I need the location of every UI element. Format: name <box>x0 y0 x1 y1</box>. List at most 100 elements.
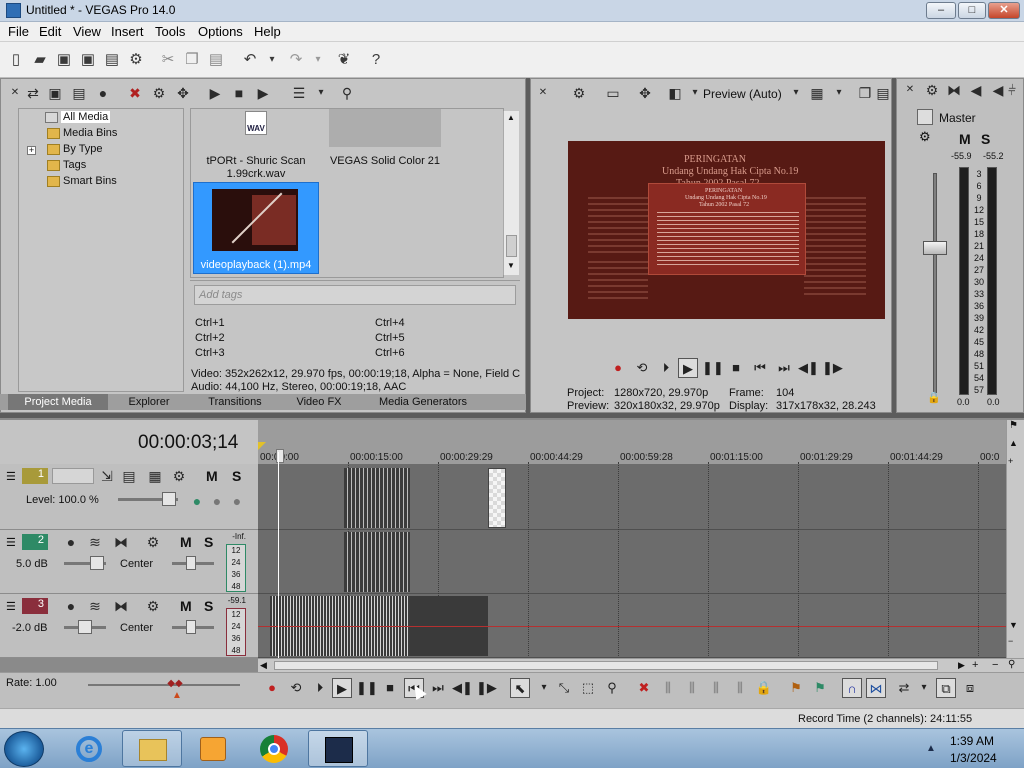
undo-icon[interactable]: ↶ <box>240 50 260 70</box>
lock-envelopes-icon[interactable]: ⧉ <box>936 678 956 698</box>
go-to-end-icon[interactable]: ⏭ <box>428 678 448 698</box>
timeline-vertical-scrollbar[interactable]: ⚑ ▲ + ▼ − <box>1006 420 1024 660</box>
tree-item-all-media[interactable]: All Media <box>45 111 111 123</box>
media-properties-icon[interactable]: ✥ <box>174 84 192 102</box>
zoom-out-time-icon[interactable]: − <box>992 659 998 671</box>
envelope-tool-icon[interactable]: ⤡ <box>554 678 574 698</box>
scroll-right-icon[interactable]: ▶ <box>958 660 965 671</box>
mute-button[interactable]: M <box>180 598 192 614</box>
collapse-track-icon[interactable]: ☰ <box>6 470 16 483</box>
lock-icon[interactable]: 🔒 <box>754 678 774 698</box>
timeline-timecode[interactable]: 00:00:03;14 <box>138 432 238 454</box>
play-icon[interactable]: ▶ <box>678 358 698 378</box>
web-media-icon[interactable]: ● <box>94 84 112 102</box>
save-snapshot-icon[interactable]: ▤ <box>874 84 892 102</box>
delete-icon[interactable]: ✖ <box>634 678 654 698</box>
open-folder-icon[interactable]: ▰ <box>30 50 50 70</box>
cut-icon[interactable]: ✂ <box>158 50 178 70</box>
tag-shortcut[interactable]: Ctrl+4 <box>375 317 405 329</box>
track-number-badge[interactable]: 3 <box>22 598 48 614</box>
undo-dropdown-icon[interactable]: ▾ <box>262 50 282 70</box>
taskbar-chrome-icon[interactable] <box>246 730 306 767</box>
stop-icon[interactable]: ■ <box>726 358 746 378</box>
record-icon[interactable]: ● <box>608 358 628 378</box>
new-project-icon[interactable]: ▯ <box>6 50 26 70</box>
whats-this-help-icon[interactable]: ? <box>366 50 386 70</box>
split-view-icon[interactable]: ◧ <box>666 84 684 102</box>
pan-slider-handle[interactable] <box>186 556 196 570</box>
menu-tools[interactable]: Tools <box>155 24 185 39</box>
tab-project-media[interactable]: Project Media <box>8 394 108 410</box>
track-name-field[interactable] <box>52 468 94 484</box>
next-frame-icon[interactable]: ❚▶ <box>476 678 497 698</box>
paste-icon[interactable]: ▤ <box>206 50 226 70</box>
track-motion-icon[interactable]: ⇲ <box>98 467 116 485</box>
zoom-in-time-icon[interactable]: + <box>972 659 978 671</box>
next-frame-icon[interactable]: ❚▶ <box>822 358 843 378</box>
master-mixer-icon[interactable]: ⫩ <box>1003 81 1021 99</box>
play-icon[interactable]: ▶ <box>332 678 352 698</box>
collapse-track-icon[interactable]: ☰ <box>6 600 16 613</box>
maximize-button[interactable]: □ <box>958 2 986 19</box>
search-icon[interactable]: ⚲ <box>338 84 356 102</box>
redo-dropdown-icon[interactable]: ▾ <box>308 50 328 70</box>
zoom-edit-tool-icon[interactable]: ⚲ <box>602 678 622 698</box>
auto-crossfade-icon[interactable]: ⋈ <box>866 678 886 698</box>
make-compositing-child-icon[interactable]: ● <box>228 492 246 510</box>
taskbar-vegas-icon[interactable] <box>308 730 368 767</box>
tag-shortcut[interactable]: Ctrl+6 <box>375 347 405 359</box>
trim-start-icon[interactable]: ⫼ <box>682 678 702 698</box>
video-event-clip[interactable] <box>344 468 410 528</box>
tree-item-smart-bins[interactable]: Smart Bins <box>47 175 117 187</box>
collapse-track-icon[interactable]: ☰ <box>6 536 16 549</box>
level-slider-handle[interactable] <box>162 492 176 506</box>
trim-icon[interactable]: ⫼ <box>658 678 678 698</box>
preview-quality-select[interactable]: Preview (Auto) <box>703 87 782 101</box>
tab-media-generators[interactable]: Media Generators <box>360 394 486 410</box>
enable-snapping-icon[interactable]: ❦ <box>334 50 354 70</box>
track-number-badge[interactable]: 2 <box>22 534 48 550</box>
overlays-grid-icon[interactable]: ▦ <box>808 84 826 102</box>
clock-date[interactable]: 1/3/2024 <box>950 751 997 765</box>
scroll-thumb[interactable] <box>506 235 517 257</box>
selection-tool-icon[interactable]: ⬚ <box>578 678 598 698</box>
volume-slider-handle[interactable] <box>78 620 92 634</box>
record-icon[interactable]: ● <box>262 678 282 698</box>
lock-icon[interactable]: 🔒 <box>927 391 941 404</box>
scroll-left-icon[interactable]: ◀ <box>260 660 267 671</box>
redo-icon[interactable]: ↷ <box>286 50 306 70</box>
solo-button[interactable]: S <box>204 598 213 614</box>
copy-snapshot-icon[interactable]: ❐ <box>856 84 874 102</box>
views-icon[interactable]: ☰ <box>290 84 308 102</box>
menu-file[interactable]: File <box>8 24 29 39</box>
media-play-icon[interactable]: ▶ <box>206 84 224 102</box>
volume-slider-handle[interactable] <box>90 556 104 570</box>
split-dropdown-icon[interactable]: ▾ <box>686 84 704 102</box>
pause-icon[interactable]: ❚❚ <box>702 358 724 378</box>
minimize-button[interactable]: – <box>926 2 956 19</box>
views-dropdown-icon[interactable]: ▾ <box>312 84 330 102</box>
track-fx-icon[interactable]: ▦ <box>146 467 164 485</box>
time-ruler[interactable]: 00:00:00 00:00:15:00 00:00:29:29 00:00:4… <box>258 452 1006 463</box>
pan-slider-handle[interactable] <box>186 620 196 634</box>
get-media-icon[interactable]: ▤ <box>70 84 88 102</box>
snapping-magnet-icon[interactable]: ∩ <box>842 678 862 698</box>
taskbar-ie-icon[interactable]: e <box>60 730 120 767</box>
master-gear-icon[interactable]: ⚙ <box>923 81 941 99</box>
start-button-icon[interactable] <box>4 731 44 767</box>
media-list-scrollbar[interactable]: ▲ ▼ <box>503 111 519 275</box>
menu-options[interactable]: Options <box>198 24 243 39</box>
ignore-grouping-icon[interactable]: ⧈ <box>960 678 980 698</box>
previous-frame-icon[interactable]: ◀❚ <box>452 678 473 698</box>
zoom-tool-icon[interactable]: ⚲ <box>1008 659 1015 670</box>
master-solo-button[interactable]: S <box>981 131 990 147</box>
auto-ripple-icon[interactable]: ⇄ <box>894 678 914 698</box>
arm-record-icon[interactable]: ● <box>62 597 80 615</box>
play-from-start-icon[interactable]: ⏵ <box>310 678 330 698</box>
insert-region-icon[interactable]: ⚑ <box>810 678 830 698</box>
menu-edit[interactable]: Edit <box>39 24 61 39</box>
edit-tool-dropdown-icon[interactable]: ▾ <box>534 678 554 698</box>
track-2-event-clip[interactable] <box>344 532 410 592</box>
external-monitor-icon[interactable]: ▭ <box>604 84 622 102</box>
quality-dropdown-icon[interactable]: ▾ <box>787 84 805 102</box>
